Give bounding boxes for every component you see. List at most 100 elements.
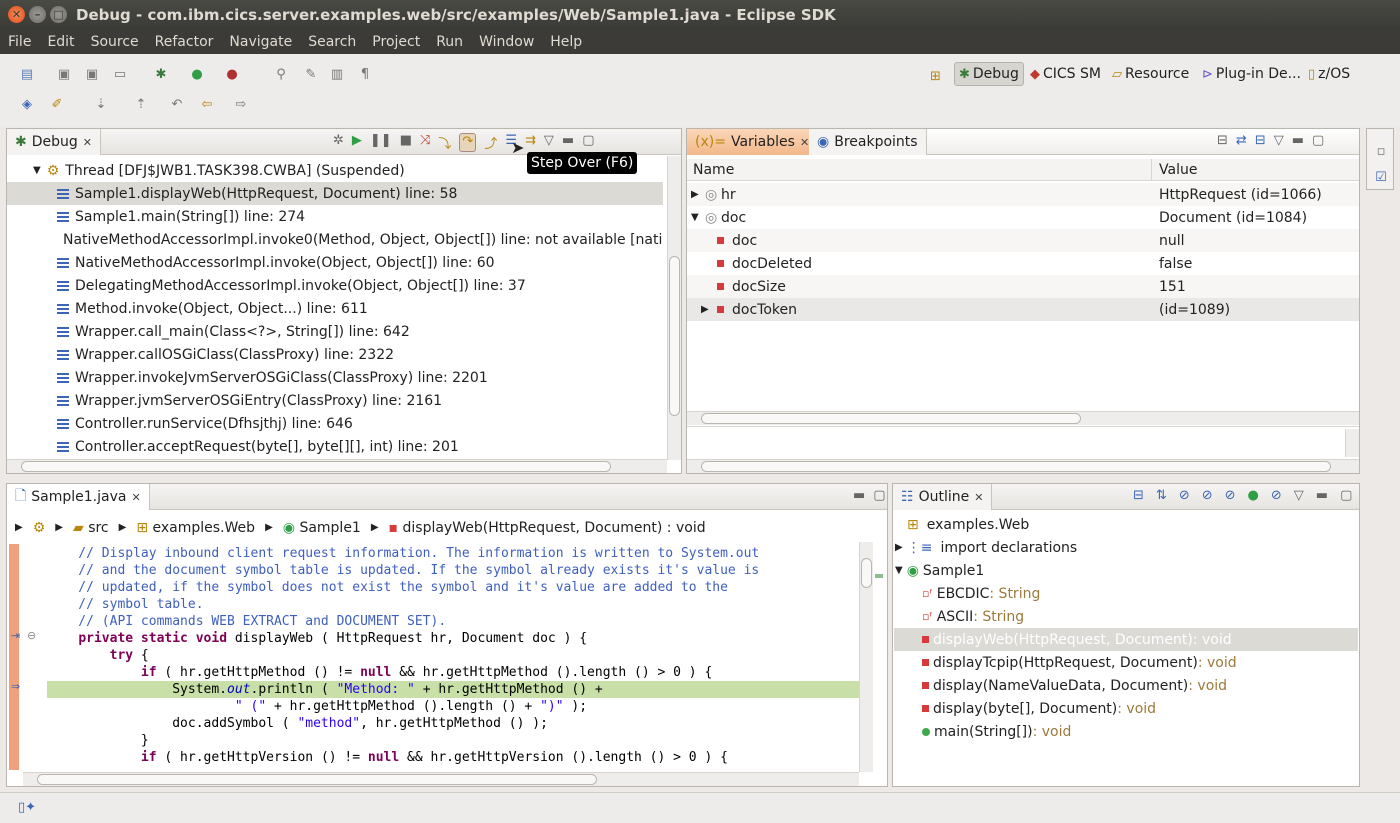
menu-search[interactable]: Search [300,34,364,50]
maximize-icon[interactable]: ▢ [582,133,594,152]
stack-frame[interactable]: Sample1.main(String[]) line: 274 [7,205,305,228]
close-icon[interactable]: ✕ [800,136,809,149]
maximize-window-button[interactable]: □ [50,6,67,23]
step-into-icon[interactable]: ⤵ [438,133,451,152]
open-perspective-button[interactable]: ⊞ [930,64,941,88]
fold-icon[interactable]: ⊖ [27,629,36,642]
search-icon[interactable]: ✐ [48,96,66,112]
stack-frame[interactable]: NativeMethodAccessorImpl.invoke(Object, … [7,251,495,274]
stack-frame[interactable]: Wrapper.call_main(Class<?>, String[]) li… [7,320,410,343]
close-icon[interactable]: ✕ [131,491,140,504]
restore-icon[interactable]: ▫ [1372,143,1390,159]
outline-item-field[interactable]: ▫ᶠ ASCII : String [922,605,1024,628]
horizontal-scrollbar[interactable] [23,772,859,786]
outline-item-field[interactable]: ▫ᶠ EBCDIC : String [922,582,1040,605]
stack-frame[interactable]: NativeMethodAccessorImpl.invoke0(Method,… [7,228,663,251]
code-line[interactable]: // and the document symbol table is upda… [47,562,759,579]
edit-icon[interactable]: ✎ [302,66,320,82]
minimize-icon[interactable]: ▬ [1292,133,1304,148]
code-line[interactable]: // (API commands WEB EXTRACT and DOCUMEN… [47,613,446,630]
menu-project[interactable]: Project [364,34,428,50]
detail-horizontal-scrollbar[interactable] [687,459,1359,473]
perspective-cics-sm[interactable]: ◆ CICS SM [1030,62,1101,86]
hide-fields-icon[interactable]: ⊘ [1179,488,1190,503]
menu-edit[interactable]: Edit [39,34,82,50]
resume-icon[interactable]: ▶ [352,133,362,152]
close-icon[interactable]: ✕ [974,491,983,504]
minimize-icon[interactable]: ▬ [853,488,865,503]
stack-frame[interactable]: Controller.acceptRequest(byte[], byte[][… [7,435,459,458]
tab-debug[interactable]: ✱ Debug ✕ [7,129,101,155]
expand-icon[interactable]: ▶ [691,189,699,200]
open-type-icon[interactable]: ◈ [18,96,36,112]
maximize-icon[interactable]: ▢ [1312,133,1324,148]
collapse-icon[interactable]: ▼ [691,212,699,223]
breadcrumb-method[interactable]: ▪ displayWeb(HttpRequest, Document) : vo… [389,520,706,536]
debug-run-icon[interactable]: ✱ [152,66,170,82]
previous-annotation-icon[interactable]: ⇡ [132,96,150,112]
menu-refactor[interactable]: Refactor [147,34,222,50]
menu-window[interactable]: Window [471,34,542,50]
use-step-filters-icon[interactable]: ⇉ [525,133,536,152]
forward-icon[interactable]: ⇨ [232,96,250,112]
code-line[interactable]: doc.addSymbol ( "method", hr.getHttpMeth… [47,715,548,732]
variable-row[interactable]: docDeleted false [687,252,1359,275]
new-icon[interactable]: ▤ [18,66,36,82]
tab-outline[interactable]: ☷ Outline ✕ [893,484,993,510]
code-line[interactable]: if ( hr.getHttpMethod () != null && hr.g… [47,664,712,681]
print-icon[interactable]: ▭ [111,66,129,82]
collapse-all-icon[interactable]: ⊟ [1255,133,1266,148]
close-icon[interactable]: ✕ [83,136,92,149]
stack-frame[interactable]: Controller.runService(Dfhsjthj) line: 64… [7,412,353,435]
outline-item-package[interactable]: ⊞ examples.Web [907,513,1029,536]
code-line[interactable]: if ( hr.getHttpVersion () != null && hr.… [47,749,728,766]
paragraph-icon[interactable]: ¶ [356,66,374,82]
tab-breakpoints[interactable]: ◉ Breakpoints [809,129,927,155]
column-header-value[interactable]: Value [1159,162,1197,178]
maximize-icon[interactable]: ▢ [873,488,885,503]
code-line[interactable]: // symbol table. [47,596,203,613]
disconnect-icon[interactable]: ⤨ [420,133,430,152]
stack-frame[interactable]: Method.invoke(Object, Object...) line: 6… [7,297,368,320]
expand-icon[interactable]: ▶ [701,304,709,315]
save-all-icon[interactable]: ▣ [83,66,101,82]
minimize-icon[interactable]: ▬ [562,133,574,152]
scroll-thumb[interactable] [21,461,611,472]
outline-item-class[interactable]: ▼ ◉ Sample1 [895,559,984,582]
scroll-thumb[interactable] [669,256,680,416]
step-over-icon[interactable]: ↷ [459,133,477,152]
breadcrumb-class[interactable]: ◉ Sample1 [283,520,361,536]
project-icon[interactable]: ⚙ [33,520,46,536]
hide-local-types-icon[interactable]: ⊘ [1271,488,1282,503]
vertical-scrollbar[interactable] [859,542,873,772]
horizontal-scrollbar[interactable] [7,459,667,473]
collapse-all-icon[interactable]: ⊟ [1133,488,1144,503]
detail-vertical-scrollbar[interactable] [1345,429,1359,457]
variable-row[interactable]: ▼ ◎ doc Document (id=1084) [687,206,1359,229]
remove-terminated-icon[interactable]: ✲ [333,133,344,152]
hide-static-icon[interactable]: ⊘ [1202,488,1213,503]
external-tools-icon[interactable]: ● [223,66,241,82]
perspective-zos[interactable]: ▯ z/OS [1308,62,1350,86]
perspective-resource[interactable]: ▱ Resource [1112,62,1189,86]
hide-nonpublic-icon[interactable]: ⊘ [1225,488,1236,503]
column-divider[interactable] [1151,159,1152,181]
outline-item-method-selected[interactable]: displayWeb(HttpRequest, Document) : void [894,628,1358,651]
close-window-button[interactable]: ✕ [8,6,25,23]
collapse-icon[interactable]: ▼ [33,165,41,176]
code-line[interactable]: // Display inbound client request inform… [47,545,759,562]
perspective-plugin-dev[interactable]: ⊳ Plug-in De... [1202,62,1301,86]
view-menu-icon[interactable]: ▽ [1274,133,1284,148]
menu-run[interactable]: Run [428,34,471,50]
sort-icon[interactable]: ⇅ [1156,488,1167,503]
scroll-thumb[interactable] [701,413,1081,424]
perspective-debug[interactable]: ✱ Debug [954,62,1024,86]
expand-icon[interactable]: ▶ [895,542,903,553]
vertical-scrollbar[interactable] [667,156,681,460]
breadcrumb-src[interactable]: ▰ src [73,520,109,536]
code-line[interactable]: private static void displayWeb ( HttpReq… [47,630,587,647]
step-return-icon[interactable]: ⤴ [484,133,497,152]
tab-sample1-java[interactable]: 🗋 Sample1.java ✕ [7,484,150,510]
code-line[interactable]: // updated, if the symbol does not exist… [47,579,728,596]
toggle-mark-icon[interactable]: ⚲ [272,66,290,82]
